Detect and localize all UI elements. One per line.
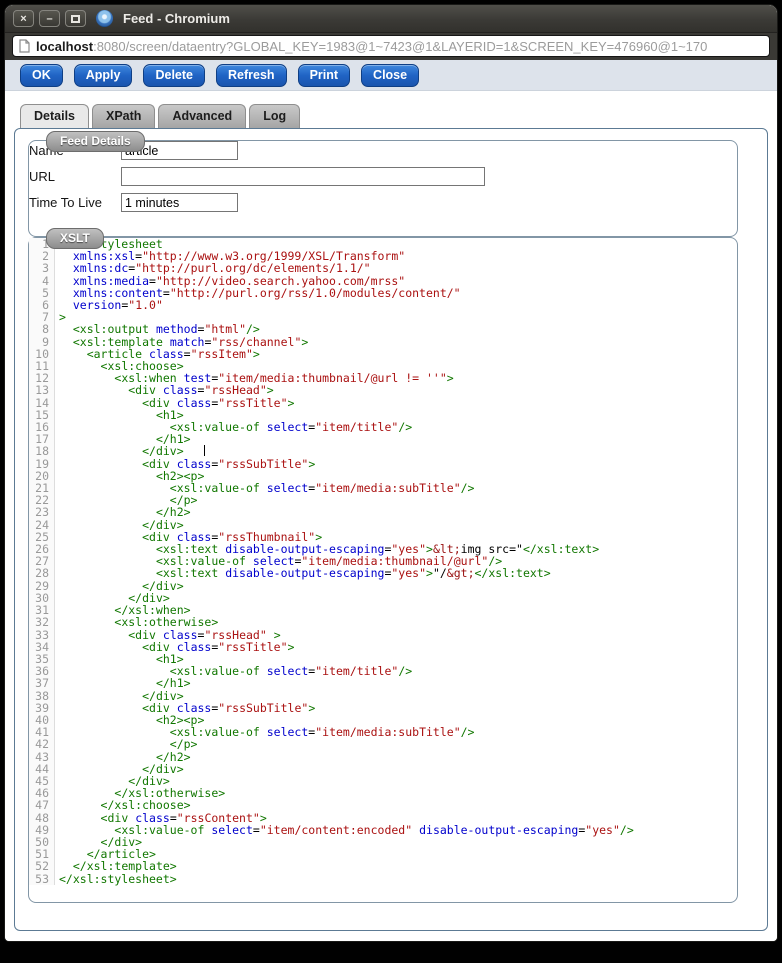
maximize-glyph	[71, 14, 80, 23]
ttl-row: Time To Live	[29, 193, 737, 212]
line-number: 42	[29, 738, 55, 751]
line-number: 52	[29, 860, 55, 873]
apply-button[interactable]: Apply	[73, 63, 133, 87]
line-number: 3	[29, 262, 55, 275]
browser-toolbar: localhost:8080/screen/dataentry?GLOBAL_K…	[5, 33, 777, 60]
tab-details[interactable]: Details	[20, 104, 89, 128]
code-text: version="1.0"	[72, 298, 163, 313]
xslt-editor[interactable]: 1 <xsl:stylesheet 2 xmlns:xsl="http://www.…	[29, 238, 737, 885]
tab-xpath[interactable]: XPath	[92, 104, 156, 128]
line-number: 37	[29, 677, 55, 690]
ttl-label: Time To Live	[29, 195, 102, 210]
tab-bar: Details XPath Advanced Log	[20, 104, 777, 128]
close-button[interactable]: Close	[361, 63, 420, 87]
page-icon	[19, 39, 30, 53]
line-number: 28	[29, 567, 55, 580]
window-maximize-icon[interactable]	[65, 10, 86, 27]
url-bar[interactable]: localhost:8080/screen/dataentry?GLOBAL_K…	[12, 35, 770, 57]
window-titlebar: × – Feed - Chromium	[5, 5, 777, 33]
url-host: localhost	[36, 38, 94, 54]
feed-details-fieldset: Feed Details Name URL Time To Live	[28, 131, 738, 237]
code-line: 53 </xsl:stylesheet>	[29, 871, 737, 886]
url-label: URL	[29, 169, 56, 184]
line-number: 53	[29, 872, 55, 885]
url-text: localhost:8080/screen/dataentry?GLOBAL_K…	[36, 39, 763, 54]
print-button[interactable]: Print	[297, 63, 351, 87]
chromium-icon	[96, 10, 113, 27]
line-number: 8	[29, 323, 55, 336]
line-number: 9	[29, 335, 55, 348]
refresh-button[interactable]: Refresh	[216, 63, 287, 87]
line-number: 14	[29, 396, 55, 409]
ok-button[interactable]: OK	[20, 63, 63, 87]
text-cursor	[204, 445, 206, 457]
delete-button[interactable]: Delete	[143, 63, 206, 87]
tab-advanced[interactable]: Advanced	[158, 104, 247, 128]
feed-details-legend: Feed Details	[46, 131, 145, 152]
window-title: Feed - Chromium	[123, 11, 230, 26]
page-content: OK Apply Delete Refresh Print Close Deta…	[5, 60, 777, 941]
details-panel: Feed Details Name URL Time To Live XSLT …	[14, 128, 768, 931]
url-input[interactable]	[121, 167, 485, 186]
xslt-legend: XSLT	[46, 228, 104, 249]
code-line: 6 version="1.0"	[29, 299, 737, 311]
window-minimize-icon[interactable]: –	[39, 10, 60, 27]
line-number: 38	[29, 689, 55, 702]
url-row: URL	[29, 167, 737, 186]
line-number: 48	[29, 811, 55, 824]
window-close-icon[interactable]: ×	[13, 10, 34, 27]
xslt-fieldset: XSLT 1 <xsl:stylesheet 2 xmlns:xsl="http:/…	[28, 228, 738, 903]
line-number: 33	[29, 628, 55, 641]
line-number: 23	[29, 506, 55, 519]
line-number: 18	[29, 445, 55, 458]
ttl-input[interactable]	[121, 193, 238, 212]
tab-log[interactable]: Log	[249, 104, 301, 128]
line-number: 43	[29, 750, 55, 763]
line-number: 47	[29, 799, 55, 812]
code-text: </xsl:stylesheet>	[59, 871, 177, 886]
action-toolbar: OK Apply Delete Refresh Print Close	[5, 60, 777, 91]
line-number: 13	[29, 384, 55, 397]
line-number: 32	[29, 616, 55, 629]
line-number: 4	[29, 274, 55, 287]
browser-window: × – Feed - Chromium localhost:8080/scree…	[5, 5, 777, 941]
url-path: :8080/screen/dataentry?GLOBAL_KEY=1983@1…	[93, 38, 708, 54]
code-text: <xsl:value-of select="item/content:encod…	[114, 822, 634, 837]
